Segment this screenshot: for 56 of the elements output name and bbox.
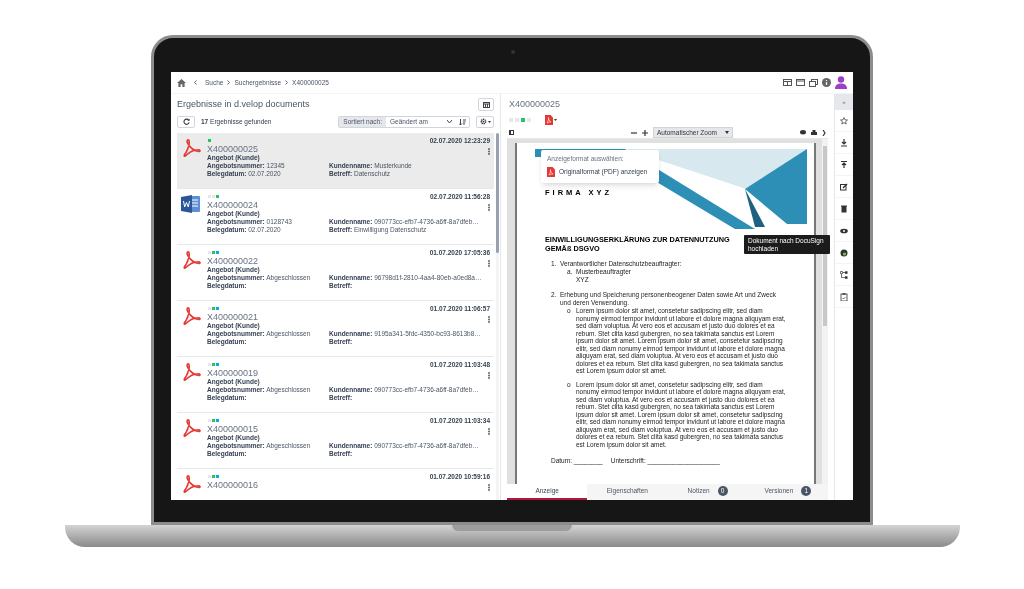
result-id[interactable]: X400000025 <box>207 143 490 154</box>
clipboard-icon[interactable] <box>840 292 848 301</box>
pdf-logo-icon <box>181 137 201 158</box>
table-icon <box>482 101 490 108</box>
edit-icon[interactable] <box>840 182 848 191</box>
result-id[interactable]: X400000024 <box>207 199 490 210</box>
eye-icon[interactable] <box>840 226 848 235</box>
sort-order-icon[interactable] <box>459 118 466 125</box>
scrollbar[interactable] <box>496 132 499 500</box>
chevron-icon <box>227 80 231 85</box>
download-icon[interactable] <box>840 138 848 147</box>
chevron-down-icon <box>447 120 452 123</box>
settings-button[interactable] <box>476 115 494 128</box>
next-page-icon[interactable] <box>822 129 826 136</box>
back-icon[interactable] <box>194 80 197 85</box>
result-id[interactable]: X400000022 <box>207 255 490 266</box>
pdf-logo-icon <box>181 473 201 494</box>
comment-icon[interactable] <box>800 130 806 135</box>
caret-icon <box>725 131 729 134</box>
print-icon[interactable] <box>811 129 817 136</box>
caret-icon <box>554 118 557 121</box>
settings-icon <box>479 118 487 125</box>
avatar-icon[interactable] <box>835 76 847 89</box>
refresh-button[interactable] <box>177 115 195 128</box>
upload-icon[interactable] <box>840 160 848 169</box>
pdf-logo-icon <box>181 249 201 270</box>
word-logo-icon <box>181 193 201 214</box>
globe-icon[interactable] <box>840 248 848 257</box>
pdf-file-icon <box>545 114 553 125</box>
workflow-icon[interactable] <box>840 270 848 279</box>
document-title: X400000025 <box>508 98 562 111</box>
split-view-icon[interactable] <box>783 79 792 86</box>
result-id[interactable]: X400000015 <box>207 423 490 434</box>
zoom-out-icon[interactable] <box>631 129 637 136</box>
home-icon[interactable] <box>177 78 186 87</box>
zoom-in-icon[interactable] <box>642 129 648 136</box>
results-title: Ergebnisse in d.velop documents <box>177 98 310 111</box>
result-id[interactable]: X400000016 <box>207 479 490 490</box>
caret-icon <box>487 120 491 123</box>
result-id[interactable]: X400000021 <box>207 311 490 322</box>
star-icon[interactable] <box>840 116 848 125</box>
pdf-file-icon <box>547 166 555 177</box>
pdf-logo-icon <box>181 361 201 382</box>
format-button[interactable] <box>545 114 557 125</box>
info-icon[interactable] <box>822 78 831 87</box>
windows-icon[interactable] <box>809 78 818 87</box>
refresh-icon <box>182 118 190 125</box>
chevron-icon <box>285 80 289 85</box>
sidebar-toggle-icon[interactable] <box>509 130 514 135</box>
pdf-logo-icon <box>181 305 201 326</box>
columns-button[interactable] <box>478 98 494 112</box>
window-icon[interactable] <box>796 79 805 86</box>
pdf-logo-icon <box>181 417 201 438</box>
trash-icon[interactable] <box>840 204 848 213</box>
result-id[interactable]: X400000019 <box>207 367 490 378</box>
document-scrollbar[interactable] <box>822 138 828 484</box>
